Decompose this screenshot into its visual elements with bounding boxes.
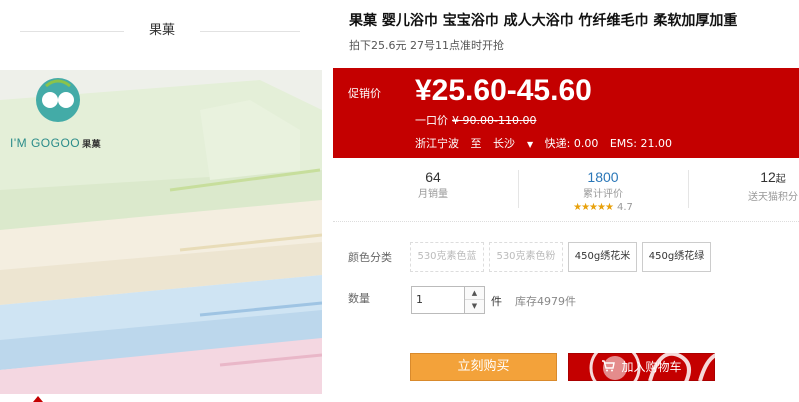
color-option-embroidered-green[interactable]: 450g绣花绿 [642, 242, 711, 272]
ship-express: 快递: 0.00 [544, 137, 599, 150]
ship-to-label: 至 [470, 137, 482, 150]
review-summary[interactable]: 1800 累计评价 ★★★★★ 4.7 [553, 164, 653, 216]
brand-logo-cn: 果菓 [82, 139, 102, 149]
rating: ★★★★★ 4.7 [553, 202, 653, 214]
sku-area: 颜色分类 530克素色蓝 530克素色粉 450g绣花米 450g绣花绿 数量 … [333, 228, 799, 398]
shop-header: 果菓 [0, 0, 322, 64]
points-label: 送天猫积分 [748, 192, 798, 203]
original-price: 一口价 ¥ 90.00-110.00 [415, 112, 536, 128]
review-count: 1800 [587, 169, 619, 185]
towel-stack-illustration [0, 70, 322, 394]
original-price-label: 一口价 [415, 114, 448, 127]
product-subtitle: 拍下25.6元 27号11点准时开抢 [349, 39, 504, 52]
monthly-sales-count: 64 [425, 169, 441, 185]
chevron-up-icon[interactable]: ▲ [465, 287, 484, 300]
quantity-stepper[interactable]: ▲ ▼ [465, 286, 485, 314]
ship-origin: 浙江宁波 [415, 137, 459, 150]
header-divider-right [200, 31, 300, 32]
product-page: 果菓 I'M GOGOO 果菓 果菓 婴儿浴巾 宝宝浴巾 成人大浴巾 竹纤维毛巾… [0, 0, 799, 402]
ship-ems: EMS: 21.00 [609, 137, 672, 150]
shipping-info: 浙江宁波 至 长沙 ▼ 快递: 0.00 EMS: 21.00 [415, 135, 680, 151]
monthly-sales: 64 月销量 [393, 164, 473, 216]
points-count-row: 12起 [733, 168, 799, 189]
monthly-sales-label: 月销量 [418, 189, 448, 200]
chevron-down-icon[interactable]: ▼ [465, 300, 484, 313]
brand-logo-text: I'M GOGOO [10, 136, 81, 150]
header-divider-left [20, 31, 124, 32]
stock-count: 库存4979件 [515, 295, 576, 308]
buy-now-button[interactable]: 立刻购买 [410, 353, 557, 381]
color-option-embroidered-beige[interactable]: 450g绣花米 [568, 242, 637, 272]
add-to-cart-label: 加入购物车 [621, 360, 682, 374]
original-price-value: ¥ 90.00-110.00 [452, 114, 537, 127]
review-label: 累计评价 [583, 189, 623, 200]
rating-value: 4.7 [616, 202, 633, 213]
thumbnail-indicator-arrow [33, 396, 43, 402]
quantity-label: 数量 [348, 292, 370, 305]
quantity-unit: 件 [491, 295, 502, 308]
shop-name[interactable]: 果菓 [130, 19, 194, 38]
color-option-blue[interactable]: 530克素色蓝 [410, 242, 484, 272]
ship-destination-select[interactable]: 长沙 [493, 137, 523, 150]
points-unit: 起 [775, 174, 786, 185]
promo-price: ¥25.60-45.60 [415, 74, 592, 107]
chevron-down-icon[interactable]: ▼ [527, 140, 533, 149]
cart-icon [601, 355, 616, 381]
ship-destination: 长沙 [493, 137, 515, 150]
promo-price-label: 促销价 [348, 87, 381, 100]
points: 12起 送天猫积分 [733, 164, 799, 216]
product-main-image[interactable] [0, 70, 322, 394]
points-count: 12 [760, 169, 776, 185]
add-to-cart-button[interactable]: 加入购物车 [568, 353, 715, 381]
brand-logo: I'M GOGOO 果菓 [10, 136, 101, 150]
price-panel: 促销价 ¥25.60-45.60 一口价 ¥ 90.00-110.00 浙江宁波 … [333, 68, 799, 158]
color-option-pink[interactable]: 530克素色粉 [489, 242, 563, 272]
stats-divider [688, 170, 689, 208]
stats-divider [518, 170, 519, 208]
quantity-input[interactable]: 1 [411, 286, 465, 314]
stats-bar: 64 月销量 1800 累计评价 ★★★★★ 4.7 12起 送天猫积分 [333, 164, 799, 222]
product-title: 果菓 婴儿浴巾 宝宝浴巾 成人大浴巾 竹纤维毛巾 柔软加厚加重 [349, 13, 738, 29]
color-label: 颜色分类 [348, 251, 392, 264]
star-rating-icon: ★★★★★ [573, 202, 614, 213]
